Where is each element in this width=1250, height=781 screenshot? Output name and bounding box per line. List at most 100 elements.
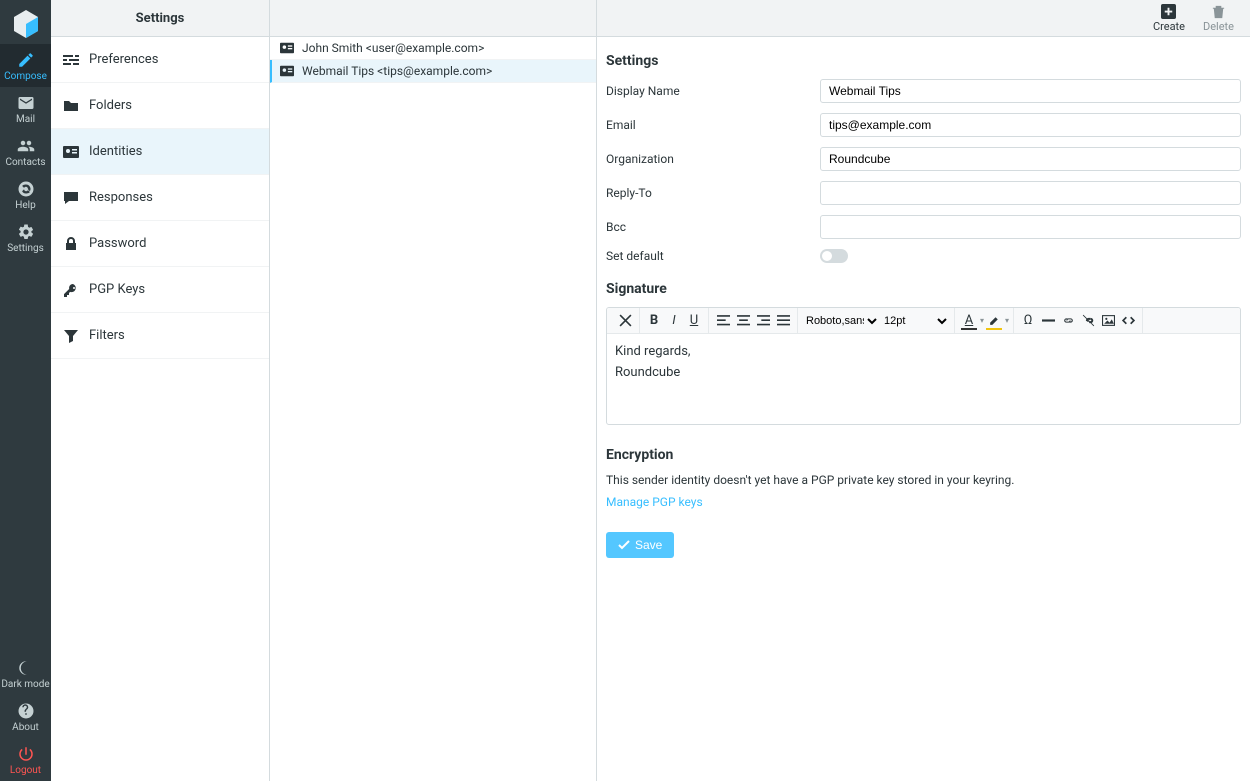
- id-card-icon: [280, 65, 294, 77]
- editor-special-char-button[interactable]: Ω: [1018, 311, 1038, 331]
- email-input[interactable]: [820, 113, 1241, 137]
- settings-section-title: Settings: [606, 53, 1241, 69]
- editor-link-button[interactable]: [1058, 311, 1078, 331]
- editor-align-right-button[interactable]: [753, 311, 773, 331]
- check-icon: [618, 539, 630, 551]
- nav-about[interactable]: About: [0, 695, 51, 738]
- editor-size-select[interactable]: 12pt: [880, 310, 950, 332]
- editor-font-select[interactable]: Roboto,sans-…: [802, 310, 880, 332]
- encryption-section-title: Encryption: [606, 447, 1241, 463]
- sliders-icon: [63, 52, 79, 68]
- unlink-icon: [1082, 314, 1095, 327]
- bcc-label: Bcc: [606, 220, 820, 234]
- nav-help-label: Help: [0, 200, 51, 211]
- organization-input[interactable]: [820, 147, 1241, 171]
- nav-compose[interactable]: Compose: [0, 44, 51, 87]
- editor-underline-button[interactable]: U: [684, 311, 704, 331]
- editor-source-button[interactable]: [1118, 311, 1138, 331]
- setdefault-label: Set default: [606, 249, 820, 263]
- highlighter-icon: [988, 314, 1001, 327]
- toolbar-label: Delete: [1203, 20, 1234, 33]
- image-icon: [1102, 314, 1115, 327]
- settings-nav-label: PGP Keys: [89, 282, 145, 297]
- close-icon: [619, 314, 632, 327]
- comment-icon: [63, 190, 79, 206]
- settings-nav-responses[interactable]: Responses: [51, 175, 269, 221]
- settings-nav-label: Preferences: [89, 52, 158, 67]
- nav-darkmode[interactable]: Dark mode: [0, 652, 51, 695]
- id-card-icon: [280, 42, 294, 54]
- setdefault-toggle[interactable]: [820, 249, 848, 263]
- identity-label: Webmail Tips <tips@example.com>: [302, 64, 492, 78]
- nav-contacts[interactable]: Contacts: [0, 130, 51, 173]
- email-label: Email: [606, 118, 820, 132]
- bcc-input[interactable]: [820, 215, 1241, 239]
- signature-editor: B I U Roboto,sans-… 12pt: [606, 307, 1241, 425]
- key-icon: [63, 282, 79, 298]
- settings-nav-pgpkeys[interactable]: PGP Keys: [51, 267, 269, 313]
- content-toolbar: Create Delete: [597, 0, 1250, 37]
- display-name-label: Display Name: [606, 84, 820, 98]
- editor-bg-color-button[interactable]: [984, 311, 1004, 331]
- align-justify-icon: [777, 314, 790, 327]
- editor-toolbar: B I U Roboto,sans-… 12pt: [607, 308, 1240, 334]
- align-center-icon: [737, 314, 750, 327]
- replyto-label: Reply-To: [606, 186, 820, 200]
- editor-close-button[interactable]: [615, 311, 635, 331]
- settings-nav-identities[interactable]: Identities: [51, 129, 269, 175]
- settings-nav-password[interactable]: Password: [51, 221, 269, 267]
- editor-bold-button[interactable]: B: [644, 311, 664, 331]
- signature-section-title: Signature: [606, 281, 1241, 297]
- identity-row[interactable]: John Smith <user@example.com>: [270, 37, 596, 60]
- identities-list-panel: John Smith <user@example.com> Webmail Ti…: [270, 0, 597, 781]
- settings-sidebar: Settings Preferences Folders Identities …: [51, 0, 270, 781]
- trash-icon: [1211, 4, 1226, 19]
- replyto-input[interactable]: [820, 181, 1241, 205]
- display-name-input[interactable]: [820, 79, 1241, 103]
- save-button-label: Save: [635, 538, 662, 552]
- nav-mail-label: Mail: [0, 114, 51, 125]
- settings-nav-label: Password: [89, 236, 146, 251]
- align-left-icon: [717, 314, 730, 327]
- editor-italic-button[interactable]: I: [664, 311, 684, 331]
- encryption-note: This sender identity doesn't yet have a …: [606, 473, 1241, 487]
- signature-content[interactable]: Kind regards, Roundcube: [607, 334, 1240, 424]
- identity-row[interactable]: Webmail Tips <tips@example.com>: [270, 60, 596, 83]
- save-button[interactable]: Save: [606, 532, 674, 558]
- nav-help[interactable]: Help: [0, 173, 51, 216]
- settings-nav-preferences[interactable]: Preferences: [51, 37, 269, 83]
- editor-align-center-button[interactable]: [733, 311, 753, 331]
- identity-label: John Smith <user@example.com>: [302, 41, 484, 55]
- settings-nav-label: Folders: [89, 98, 132, 113]
- align-right-icon: [757, 314, 770, 327]
- nav-about-label: About: [0, 722, 51, 733]
- nav-settings[interactable]: Settings: [0, 216, 51, 259]
- create-button[interactable]: Create: [1153, 4, 1185, 33]
- nav-mail[interactable]: Mail: [0, 87, 51, 130]
- editor-unlink-button[interactable]: [1078, 311, 1098, 331]
- nav-settings-label: Settings: [0, 243, 51, 254]
- editor-hr-button[interactable]: [1038, 311, 1058, 331]
- content-panel: Create Delete Settings Display Name Emai…: [597, 0, 1250, 781]
- signature-line: Kind regards,: [615, 344, 1232, 359]
- settings-nav-filters[interactable]: Filters: [51, 313, 269, 359]
- taskbar: Compose Mail Contacts Help Settings Dark…: [0, 0, 51, 781]
- organization-label: Organization: [606, 152, 820, 166]
- hr-icon: [1042, 314, 1055, 327]
- app-logo: [10, 8, 42, 40]
- editor-align-left-button[interactable]: [713, 311, 733, 331]
- nav-logout-label: Logout: [0, 765, 51, 776]
- link-icon: [1062, 314, 1075, 327]
- code-icon: [1122, 314, 1135, 327]
- nav-logout[interactable]: Logout: [0, 738, 51, 781]
- plus-square-icon: [1161, 4, 1176, 19]
- settings-nav-label: Filters: [89, 328, 125, 343]
- settings-nav-folders[interactable]: Folders: [51, 83, 269, 129]
- editor-text-color-button[interactable]: A: [959, 311, 979, 331]
- delete-button[interactable]: Delete: [1203, 4, 1234, 33]
- editor-image-button[interactable]: [1098, 311, 1118, 331]
- settings-nav-label: Responses: [89, 190, 153, 205]
- toolbar-label: Create: [1153, 20, 1185, 33]
- editor-align-justify-button[interactable]: [773, 311, 793, 331]
- manage-pgp-link[interactable]: Manage PGP keys: [606, 495, 703, 509]
